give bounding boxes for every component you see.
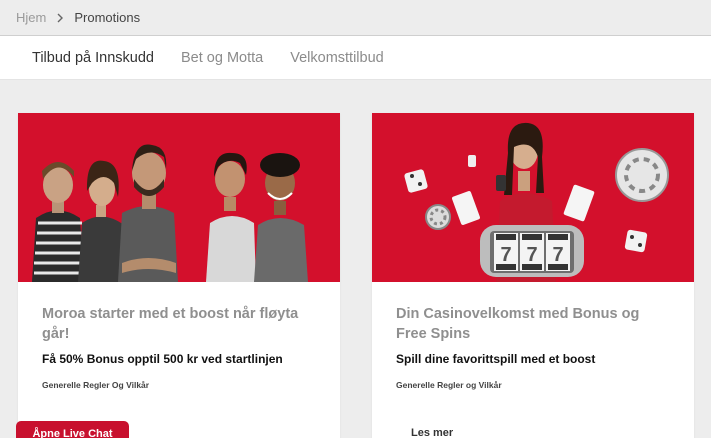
tab-bet-og-motta[interactable]: Bet og Motta <box>181 50 263 66</box>
read-more-link[interactable]: Les mer <box>411 427 453 438</box>
promo-card-title: Din Casinovelkomst med Bonus og Free Spi… <box>396 306 640 342</box>
breadcrumb: Hjem Promotions <box>0 0 711 36</box>
svg-text:7: 7 <box>500 244 511 266</box>
promo-tabs: Tilbud på Innskudd Bet og Motta Velkomst… <box>0 36 711 80</box>
terms-link[interactable]: Generelle Regler Og Vilkår <box>42 380 316 390</box>
promo-image-casino: 7 7 7 <box>372 113 694 282</box>
tab-tilbud-pa-innskudd[interactable]: Tilbud på Innskudd <box>32 50 154 66</box>
breadcrumb-current: Promotions <box>74 10 141 25</box>
promo-image-group-photo <box>18 113 340 282</box>
breadcrumb-home-link[interactable]: Hjem <box>16 10 46 25</box>
terms-link[interactable]: Generelle Regler og Vilkår <box>396 380 670 390</box>
svg-text:7: 7 <box>526 244 537 266</box>
tab-velkomsttilbud[interactable]: Velkomsttilbud <box>290 50 384 66</box>
open-live-chat-button[interactable]: Åpne Live Chat <box>16 421 129 438</box>
promo-card-subtitle: Spill dine favorittspill med et boost <box>396 352 596 366</box>
promotions-content: Moroa starter med et boost når fløyta gå… <box>0 81 711 438</box>
promo-card-subtitle: Få 50% Bonus opptil 500 kr ved startlinj… <box>42 352 283 366</box>
promo-card-sports[interactable]: Moroa starter med et boost når fløyta gå… <box>18 113 340 438</box>
promo-card-title: Moroa starter med et boost når fløyta gå… <box>42 306 299 342</box>
chevron-right-icon <box>55 13 65 23</box>
promo-card-casino[interactable]: 7 7 7 Din Casinovelkomst med Bonus og Fr… <box>372 113 694 438</box>
svg-text:7: 7 <box>552 244 563 266</box>
